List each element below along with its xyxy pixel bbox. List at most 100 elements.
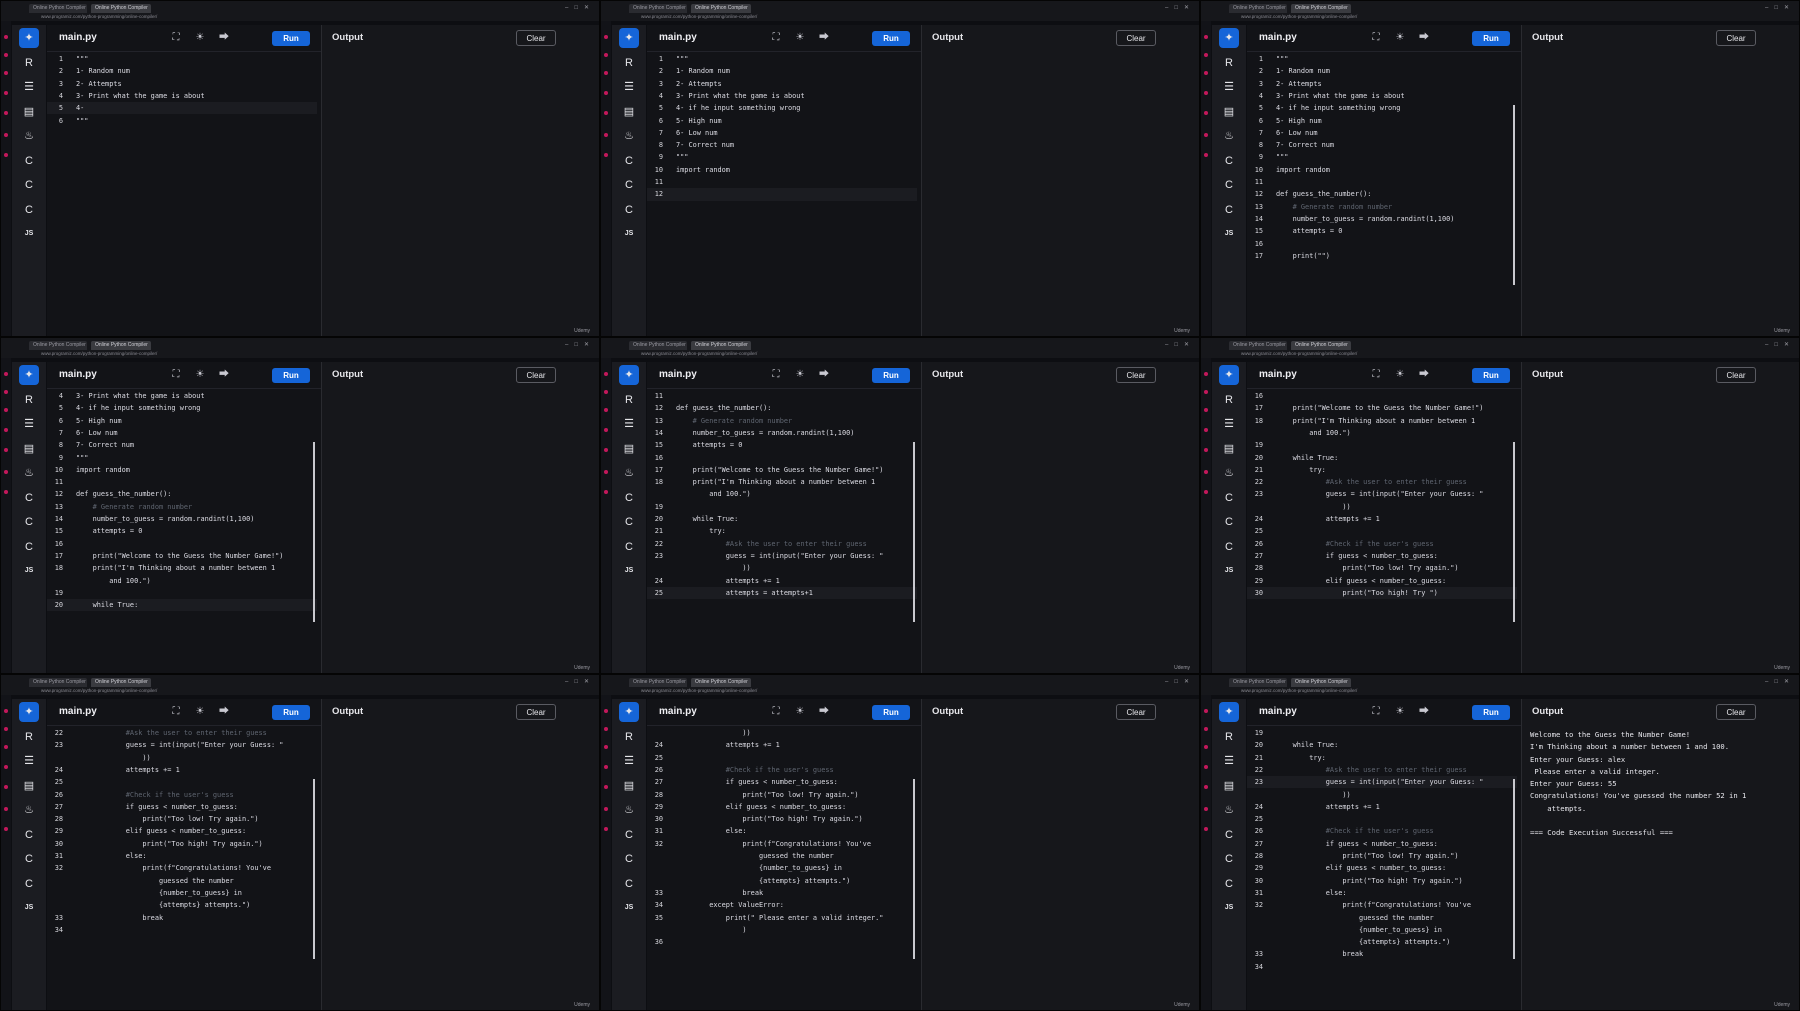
bookmark-icon[interactable] [604,765,608,769]
output-console[interactable] [1530,55,1796,325]
share-icon[interactable]: ⮕ [1417,368,1431,382]
bookmark-icon[interactable] [1204,727,1208,731]
csharp-icon[interactable]: C [1219,537,1239,557]
fullscreen-icon[interactable]: ⛶ [769,368,783,382]
run-button[interactable]: Run [272,368,310,383]
fullscreen-icon[interactable]: ⛶ [769,31,783,45]
browser-tab-active[interactable]: Online Python Compiler [1291,678,1351,687]
window-controls-icon[interactable]: –□✕ [565,678,595,685]
browser-tab[interactable]: Online Python Compiler [629,341,687,350]
fullscreen-icon[interactable]: ⛶ [1369,705,1383,719]
output-console[interactable] [330,392,596,662]
editor-scrollbar[interactable] [913,779,915,959]
theme-icon[interactable]: ☀ [793,368,807,382]
bookmark-icon[interactable] [604,133,608,137]
clear-button[interactable]: Clear [516,704,556,720]
html-icon[interactable]: ▤ [619,102,639,122]
share-icon[interactable]: ⮕ [817,705,831,719]
bookmark-icon[interactable] [4,827,8,831]
editor-scrollbar[interactable] [313,779,315,959]
bookmark-icon[interactable] [1204,111,1208,115]
share-icon[interactable]: ⮕ [217,368,231,382]
bookmark-icon[interactable] [604,490,608,494]
run-button[interactable]: Run [1472,31,1510,46]
bookmark-icon[interactable] [4,709,8,713]
clear-button[interactable]: Clear [1716,704,1756,720]
browser-tab-active[interactable]: Online Python Compiler [91,341,151,350]
bookmark-icon[interactable] [604,827,608,831]
address-bar[interactable]: www.programiz.com/python-programming/onl… [641,351,1121,357]
bookmark-icon[interactable] [4,111,8,115]
r-icon[interactable]: R [19,727,39,747]
java-icon[interactable]: ♨ [619,800,639,820]
html-icon[interactable]: ▤ [1219,439,1239,459]
python-icon[interactable]: ✦ [1219,365,1239,385]
browser-tab[interactable]: Online Python Compiler [1229,341,1287,350]
bookmark-icon[interactable] [4,727,8,731]
r-icon[interactable]: R [619,390,639,410]
browser-tab-active[interactable]: Online Python Compiler [691,4,751,13]
bookmark-icon[interactable] [1204,133,1208,137]
csharp-icon[interactable]: C [619,200,639,220]
output-console[interactable] [1530,392,1796,662]
editor-scrollbar[interactable] [313,442,315,622]
browser-tab-active[interactable]: Online Python Compiler [1291,4,1351,13]
bookmark-icon[interactable] [604,111,608,115]
output-console[interactable] [330,729,596,999]
share-icon[interactable]: ⮕ [1417,705,1431,719]
sql-icon[interactable]: ☰ [1219,751,1239,771]
python-icon[interactable]: ✦ [19,702,39,722]
browser-tab-active[interactable]: Online Python Compiler [91,4,151,13]
address-bar[interactable]: www.programiz.com/python-programming/onl… [1241,351,1721,357]
fullscreen-icon[interactable]: ⛶ [169,368,183,382]
editor-scrollbar[interactable] [1513,779,1515,959]
bookmark-icon[interactable] [4,133,8,137]
window-controls-icon[interactable]: –□✕ [1165,678,1195,685]
c-icon[interactable]: C [1219,488,1239,508]
clear-button[interactable]: Clear [1716,30,1756,46]
share-icon[interactable]: ⮕ [817,368,831,382]
fullscreen-icon[interactable]: ⛶ [169,31,183,45]
bookmark-icon[interactable] [4,390,8,394]
bookmark-icon[interactable] [604,153,608,157]
bookmark-icon[interactable] [1204,372,1208,376]
browser-tab[interactable]: Online Python Compiler [629,4,687,13]
bookmark-icon[interactable] [1204,745,1208,749]
bookmark-icon[interactable] [1204,448,1208,452]
python-icon[interactable]: ✦ [19,365,39,385]
html-icon[interactable]: ▤ [1219,776,1239,796]
window-controls-icon[interactable]: –□✕ [1765,341,1795,348]
r-icon[interactable]: R [1219,390,1239,410]
browser-tab[interactable]: Online Python Compiler [1229,678,1287,687]
address-bar[interactable]: www.programiz.com/python-programming/onl… [641,14,1121,20]
python-icon[interactable]: ✦ [1219,702,1239,722]
bookmark-icon[interactable] [4,785,8,789]
browser-tab-active[interactable]: Online Python Compiler [691,678,751,687]
address-bar[interactable]: www.programiz.com/python-programming/onl… [41,14,521,20]
java-icon[interactable]: ♨ [619,126,639,146]
java-icon[interactable]: ♨ [19,126,39,146]
r-icon[interactable]: R [619,727,639,747]
browser-tab[interactable]: Online Python Compiler [29,341,87,350]
browser-tab[interactable]: Online Python Compiler [29,4,87,13]
code-area[interactable]: )) 24 attempts += 1 25 26 #Check if the use… [647,727,919,1010]
window-controls-icon[interactable]: –□✕ [1165,341,1195,348]
java-icon[interactable]: ♨ [619,463,639,483]
bookmark-icon[interactable] [604,35,608,39]
bookmark-icon[interactable] [1204,91,1208,95]
window-controls-icon[interactable]: –□✕ [565,341,595,348]
window-controls-icon[interactable]: –□✕ [1765,4,1795,11]
code-area[interactable]: 22 #Ask the user to enter their guess 23 … [47,727,319,1010]
html-icon[interactable]: ▤ [19,102,39,122]
run-button[interactable]: Run [1472,705,1510,720]
bookmark-icon[interactable] [604,408,608,412]
bookmark-icon[interactable] [604,53,608,57]
java-icon[interactable]: ♨ [1219,126,1239,146]
browser-tab-active[interactable]: Online Python Compiler [1291,341,1351,350]
bookmark-icon[interactable] [604,470,608,474]
bookmark-icon[interactable] [1204,470,1208,474]
output-console[interactable] [330,55,596,325]
run-button[interactable]: Run [872,705,910,720]
bookmark-icon[interactable] [4,428,8,432]
c-icon[interactable]: C [619,488,639,508]
